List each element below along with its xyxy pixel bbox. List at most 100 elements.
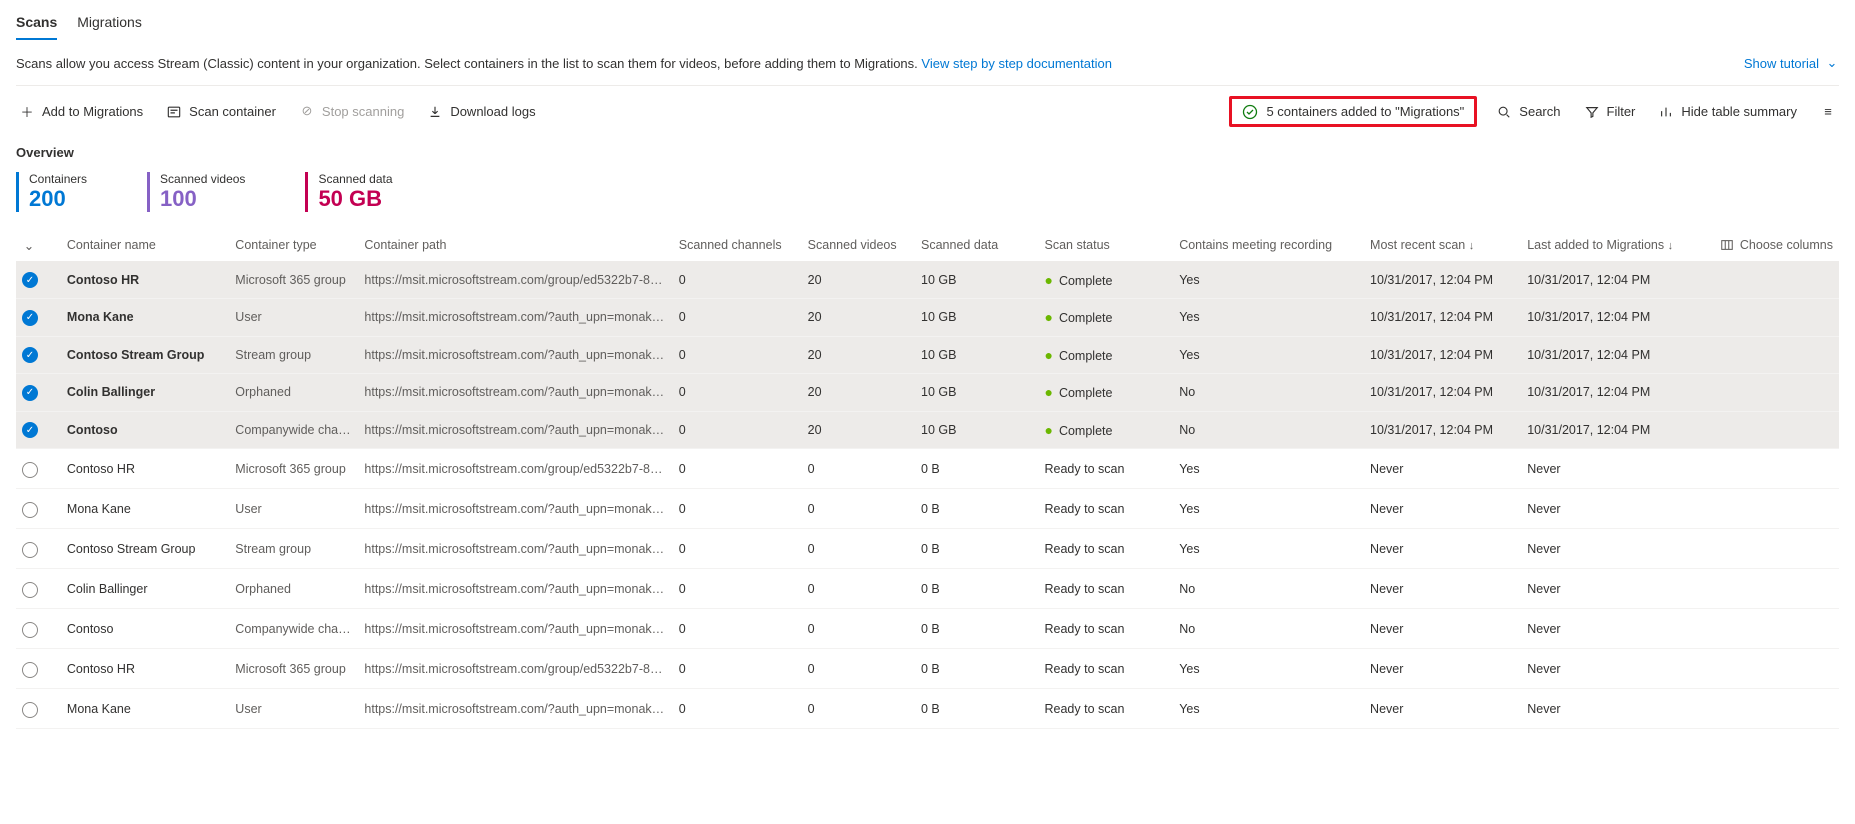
table-row[interactable]: Contoso Stream GroupStream grouphttps://… xyxy=(16,529,1839,569)
add-to-migrations-button[interactable]: ＋ Add to Migrations xyxy=(16,98,147,125)
cell-videos: 20 xyxy=(802,299,915,337)
hide-label: Hide table summary xyxy=(1681,104,1797,119)
cell-meeting: No xyxy=(1173,411,1364,449)
row-checkbox[interactable] xyxy=(22,622,38,638)
col-meeting[interactable]: Contains meeting recording xyxy=(1173,230,1364,262)
cell-path: https://msit.microsoftstream.com/?auth_u… xyxy=(358,299,672,337)
col-choose[interactable]: Choose columns xyxy=(1698,230,1839,262)
cell-status: Ready to scan xyxy=(1038,649,1173,689)
cell-type: Orphaned xyxy=(229,569,358,609)
cell-path: https://msit.microsoftstream.com/group/e… xyxy=(358,261,672,299)
col-data[interactable]: Scanned data xyxy=(915,230,1038,262)
row-checkbox[interactable] xyxy=(22,542,38,558)
row-checkbox[interactable] xyxy=(22,662,38,678)
row-checkbox[interactable]: ✓ xyxy=(22,347,38,363)
cell-type: User xyxy=(229,489,358,529)
cell-added: 10/31/2017, 12:04 PM xyxy=(1521,299,1698,337)
table-row[interactable]: Mona KaneUserhttps://msit.microsoftstrea… xyxy=(16,489,1839,529)
row-checkbox[interactable]: ✓ xyxy=(22,422,38,438)
col-name[interactable]: Container name xyxy=(61,230,229,262)
cell-meeting: Yes xyxy=(1173,489,1364,529)
cell-channels: 0 xyxy=(673,261,802,299)
choose-label: Choose columns xyxy=(1740,238,1833,252)
tab-scans[interactable]: Scans xyxy=(16,6,57,40)
cell-channels: 0 xyxy=(673,529,802,569)
row-checkbox[interactable] xyxy=(22,702,38,718)
col-select-all[interactable]: ⌄ xyxy=(16,230,61,262)
metric-data-label: Scanned data xyxy=(318,172,392,186)
col-added[interactable]: Last added to Migrations ↓ xyxy=(1521,230,1698,262)
metric-videos-label: Scanned videos xyxy=(160,172,245,186)
col-path[interactable]: Container path xyxy=(358,230,672,262)
table-row[interactable]: ✓Contoso HRMicrosoft 365 grouphttps://ms… xyxy=(16,261,1839,299)
sort-desc-icon: ↓ xyxy=(1469,240,1475,252)
cell-name: Contoso HR xyxy=(61,449,229,489)
row-checkbox[interactable]: ✓ xyxy=(22,310,38,326)
table-row[interactable]: ContosoCompanywide channelhttps://msit.m… xyxy=(16,609,1839,649)
stop-label: Stop scanning xyxy=(322,104,404,119)
show-tutorial-link[interactable]: Show tutorial ⌄ xyxy=(1744,55,1839,71)
metric-containers-value: 200 xyxy=(29,186,87,212)
cell-path: https://msit.microsoftstream.com/group/e… xyxy=(358,449,672,489)
cell-type: User xyxy=(229,689,358,729)
hide-summary-button[interactable]: Hide table summary xyxy=(1655,100,1801,124)
metric-videos: Scanned videos 100 xyxy=(147,172,245,212)
col-videos[interactable]: Scanned videos xyxy=(802,230,915,262)
cell-type: Microsoft 365 group xyxy=(229,261,358,299)
cell-status: Ready to scan xyxy=(1038,489,1173,529)
cell-added: 10/31/2017, 12:04 PM xyxy=(1521,374,1698,412)
cell-name: Mona Kane xyxy=(61,689,229,729)
table-row[interactable]: Colin BallingerOrphanedhttps://msit.micr… xyxy=(16,569,1839,609)
cell-videos: 0 xyxy=(802,529,915,569)
cell-type: Stream group xyxy=(229,529,358,569)
cell-path: https://msit.microsoftstream.com/?auth_u… xyxy=(358,689,672,729)
overview-heading: Overview xyxy=(16,145,1839,160)
filter-button[interactable]: Filter xyxy=(1581,100,1640,124)
documentation-link[interactable]: View step by step documentation xyxy=(921,56,1112,71)
check-circle-icon xyxy=(1242,103,1258,120)
table-row[interactable]: ✓Mona KaneUserhttps://msit.microsoftstre… xyxy=(16,299,1839,337)
table-row[interactable]: ✓Contoso Stream GroupStream grouphttps:/… xyxy=(16,336,1839,374)
table-row[interactable]: Contoso HRMicrosoft 365 grouphttps://msi… xyxy=(16,649,1839,689)
row-checkbox[interactable] xyxy=(22,462,38,478)
cell-data: 0 B xyxy=(915,689,1038,729)
sort-desc-icon: ↓ xyxy=(1668,240,1674,252)
cell-status: Ready to scan xyxy=(1038,609,1173,649)
col-type[interactable]: Container type xyxy=(229,230,358,262)
cell-videos: 0 xyxy=(802,649,915,689)
status-ready: Ready to scan xyxy=(1044,702,1124,716)
cell-data: 10 GB xyxy=(915,261,1038,299)
col-recent[interactable]: Most recent scan ↓ xyxy=(1364,230,1521,262)
table-row[interactable]: Mona KaneUserhttps://msit.microsoftstrea… xyxy=(16,689,1839,729)
col-channels[interactable]: Scanned channels xyxy=(673,230,802,262)
cell-channels: 0 xyxy=(673,336,802,374)
cell-data: 10 GB xyxy=(915,374,1038,412)
table-row[interactable]: Contoso HRMicrosoft 365 grouphttps://msi… xyxy=(16,449,1839,489)
scan-container-button[interactable]: Scan container xyxy=(163,100,280,124)
table-row[interactable]: ✓Colin BallingerOrphanedhttps://msit.mic… xyxy=(16,374,1839,412)
cell-videos: 0 xyxy=(802,689,915,729)
cell-name: Colin Ballinger xyxy=(61,374,229,412)
cell-meeting: Yes xyxy=(1173,689,1364,729)
cell-videos: 20 xyxy=(802,336,915,374)
toolbar: ＋ Add to Migrations Scan container ⊘ Sto… xyxy=(16,86,1839,137)
cell-recent: Never xyxy=(1364,689,1521,729)
cell-channels: 0 xyxy=(673,299,802,337)
row-checkbox[interactable]: ✓ xyxy=(22,272,38,288)
cell-path: https://msit.microsoftstream.com/?auth_u… xyxy=(358,489,672,529)
cell-data: 0 B xyxy=(915,649,1038,689)
row-checkbox[interactable] xyxy=(22,582,38,598)
stop-scanning-button: ⊘ Stop scanning xyxy=(296,99,408,123)
row-checkbox[interactable]: ✓ xyxy=(22,385,38,401)
tab-migrations[interactable]: Migrations xyxy=(77,6,142,40)
cell-status: Ready to scan xyxy=(1038,449,1173,489)
cell-recent: Never xyxy=(1364,609,1521,649)
col-status[interactable]: Scan status xyxy=(1038,230,1173,262)
cell-type: Microsoft 365 group xyxy=(229,649,358,689)
row-checkbox[interactable] xyxy=(22,502,38,518)
download-logs-button[interactable]: Download logs xyxy=(424,100,539,124)
table-row[interactable]: ✓ContosoCompanywide channelhttps://msit.… xyxy=(16,411,1839,449)
more-menu-button[interactable]: ≡ xyxy=(1817,100,1839,123)
status-ready: Ready to scan xyxy=(1044,662,1124,676)
search-button[interactable]: Search xyxy=(1493,100,1564,124)
